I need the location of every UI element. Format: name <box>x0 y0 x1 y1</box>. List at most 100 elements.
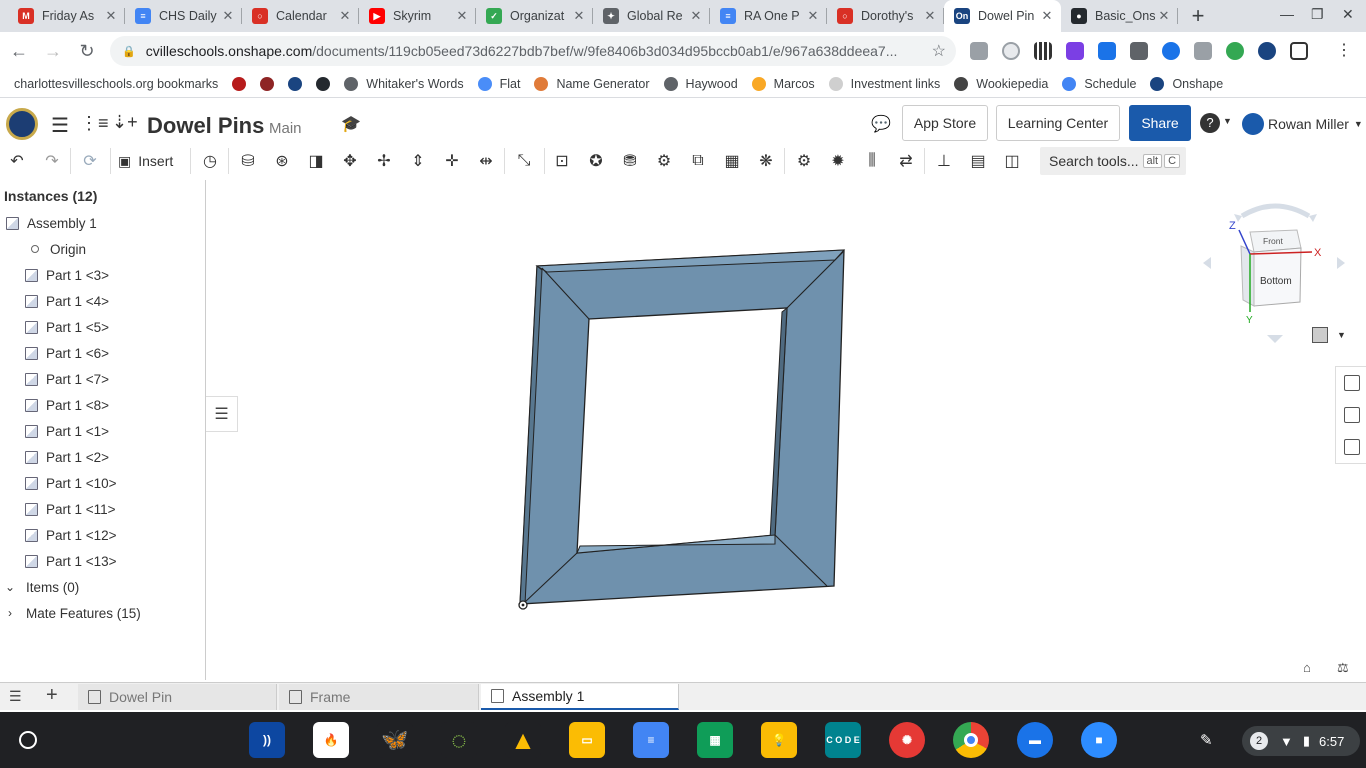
bookmark-item[interactable]: Flat <box>477 76 520 91</box>
tree-item-mate-features[interactable]: › Mate Features (15) <box>0 601 205 625</box>
extension-icon[interactable] <box>1002 42 1020 60</box>
slider-mate-icon[interactable]: ◨ <box>306 151 326 171</box>
tree-item-part[interactable]: Part 1 <3> <box>0 263 205 287</box>
bookmark-item[interactable]: Haywood <box>663 76 738 91</box>
tree-item-part[interactable]: Part 1 <6> <box>0 341 205 365</box>
new-tab-icon[interactable]: + <box>1184 2 1212 30</box>
gear-alt-icon[interactable]: ✹ <box>828 151 848 171</box>
app-store-button[interactable]: App Store <box>902 105 988 141</box>
ball-mate-icon[interactable]: ✛ <box>442 151 462 171</box>
close-icon[interactable]: ✕ <box>571 8 587 24</box>
document-title[interactable]: Dowel Pins <box>147 113 264 139</box>
tab-manager-icon[interactable]: ☰ <box>9 688 22 705</box>
system-tray[interactable]: 2 ▼ ▮ 6:57 <box>1242 726 1360 756</box>
cylindrical-mate-icon[interactable]: ✢ <box>374 151 394 171</box>
picture-in-picture-icon[interactable] <box>1290 42 1308 60</box>
tree-item-part[interactable]: Part 1 <10> <box>0 471 205 495</box>
close-icon[interactable]: ✕ <box>805 8 821 24</box>
screw-relation-icon[interactable]: ⧉ <box>688 151 708 171</box>
extension-icon[interactable] <box>1162 42 1180 60</box>
exploded-view-icon[interactable]: ◫ <box>1002 151 1022 171</box>
browser-tab[interactable]: ≡ RA One P ✕ <box>710 0 827 32</box>
reload-icon[interactable]: ↻ <box>72 36 102 66</box>
profile-k-icon[interactable] <box>1258 42 1276 60</box>
linear-pattern-icon[interactable]: ⫼ <box>862 151 882 171</box>
browser-tab[interactable]: ● Basic_Ons ✕ <box>1061 0 1178 32</box>
pin-slot-mate-icon[interactable]: ⇕ <box>408 151 428 171</box>
share-button[interactable]: Share <box>1129 105 1191 141</box>
bookmark-item[interactable]: Investment links <box>828 76 940 91</box>
bookmark-item[interactable] <box>260 76 275 91</box>
close-icon[interactable]: ✕ <box>337 8 353 24</box>
measure-icon[interactable]: ⊥ <box>934 151 954 171</box>
section-icon[interactable]: ⚖ <box>1337 660 1349 676</box>
tree-item-part[interactable]: Part 1 <1> <box>0 419 205 443</box>
branch-name[interactable]: Main <box>269 120 302 137</box>
tree-item-part[interactable]: Part 1 <13> <box>0 549 205 573</box>
user-menu[interactable]: Rowan Miller ▼ <box>1242 113 1363 135</box>
chevron-down-icon[interactable]: ⌄ <box>3 580 17 594</box>
app-icon-google-docs[interactable]: ≡ <box>633 722 669 758</box>
assembly-tree-icon[interactable] <box>1344 439 1360 455</box>
fastened-mate-icon[interactable]: ⛁ <box>238 151 258 171</box>
chevron-right-icon[interactable]: › <box>3 606 17 620</box>
tree-item-assembly[interactable]: Assembly 1 <box>0 211 205 235</box>
browser-tab[interactable]: ✓ Organizat ✕ <box>476 0 593 32</box>
units-icon[interactable]: ⌂ <box>1303 660 1311 675</box>
gear-settings-icon[interactable]: ⚙ <box>794 151 814 171</box>
close-icon[interactable]: ✕ <box>220 8 236 24</box>
browser-tab[interactable]: ○ Dorothy's ✕ <box>827 0 944 32</box>
app-icon-panopto[interactable]: )) <box>249 722 285 758</box>
regenerate-icon[interactable]: ⟳ <box>80 151 100 171</box>
browser-tab[interactable]: ✦ Global Re ✕ <box>593 0 710 32</box>
app-icon-dots[interactable]: ◌ <box>441 722 477 758</box>
rack-pinion-icon[interactable]: ⚙ <box>654 151 674 171</box>
search-tools-input[interactable]: Search tools... alt C <box>1040 147 1186 175</box>
close-icon[interactable]: ✕ <box>688 8 704 24</box>
comment-icon[interactable]: 💬 <box>871 114 891 134</box>
bookmark-item[interactable]: Schedule <box>1062 76 1136 91</box>
bookmark-item[interactable]: charlottesvilleschools.org bookmarks <box>14 77 218 91</box>
extension-icon[interactable] <box>1194 42 1212 60</box>
gear-relation-icon[interactable]: ⛃ <box>620 151 640 171</box>
tree-item-part[interactable]: Part 1 <2> <box>0 445 205 469</box>
tab-frame[interactable]: Frame <box>279 684 479 710</box>
extension-icon[interactable] <box>1098 42 1116 60</box>
properties-list-icon[interactable] <box>1344 375 1360 391</box>
minimize-icon[interactable]: — <box>1280 6 1294 22</box>
undo-icon[interactable]: ↶ <box>7 151 27 171</box>
add-tab-icon[interactable]: + <box>46 684 58 707</box>
tab-dowel-pin[interactable]: Dowel Pin <box>78 684 277 710</box>
tangent-mate-icon[interactable]: ⤡ <box>514 151 534 171</box>
app-icon-google-sheets[interactable]: ▦ <box>697 722 733 758</box>
tree-item-origin[interactable]: Origin <box>0 237 205 261</box>
app-icon-google-slides[interactable]: ▭ <box>569 722 605 758</box>
qr-code-icon[interactable] <box>1034 42 1052 60</box>
linear-relation-icon[interactable]: ▦ <box>722 151 742 171</box>
bookmark-item[interactable] <box>288 76 303 91</box>
close-icon[interactable]: ✕ <box>1156 8 1172 24</box>
close-icon[interactable]: ✕ <box>922 8 938 24</box>
tree-list-icon[interactable]: ⋮≡ <box>80 113 109 134</box>
model-frame[interactable] <box>207 180 1337 680</box>
stylus-icon[interactable]: ✎ <box>1200 731 1213 749</box>
named-positions-icon[interactable]: ◷ <box>200 151 220 171</box>
restore-icon[interactable]: ❐ <box>1311 6 1324 23</box>
app-icon-illuminate[interactable]: 🔥 <box>313 722 349 758</box>
tree-item-part[interactable]: Part 1 <5> <box>0 315 205 339</box>
bookmark-item[interactable] <box>232 76 247 91</box>
rotate-down-icon[interactable] <box>1267 335 1283 343</box>
circular-pattern-icon[interactable]: ⇄ <box>896 151 916 171</box>
bookmark-item[interactable]: Whitaker's Words <box>344 76 464 91</box>
extension-icon[interactable] <box>1066 42 1084 60</box>
app-icon-canvas[interactable]: ✺ <box>889 722 925 758</box>
help-icon[interactable]: ? <box>1200 113 1220 133</box>
browser-tab[interactable]: ○ Calendar ✕ <box>242 0 359 32</box>
replicate-icon[interactable]: ❋ <box>756 151 776 171</box>
group-icon[interactable]: ⊡ <box>552 151 572 171</box>
bookmark-star-icon[interactable]: ☆ <box>932 41 946 61</box>
redo-icon[interactable]: ↷ <box>42 151 62 171</box>
app-icon-keep[interactable]: 💡 <box>761 722 797 758</box>
mate-connector-icon[interactable]: ✪ <box>586 151 606 171</box>
app-icon-files[interactable]: ▬ <box>1017 722 1053 758</box>
